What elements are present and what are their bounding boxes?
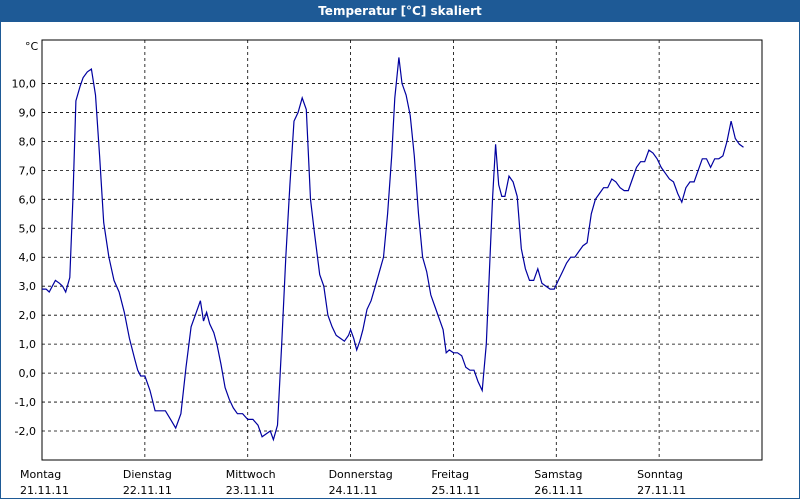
temperature-series-line <box>42 57 744 442</box>
y-tick-label: 1,0 <box>19 338 37 351</box>
plot-area-border <box>41 39 763 461</box>
x-tick-label-date: 21.11.11 <box>20 484 69 497</box>
x-tick-label-day: Dienstag <box>123 468 172 481</box>
x-tick-label-day: Freitag <box>431 468 469 481</box>
x-tick-label-date: 27.11.11 <box>637 484 686 497</box>
y-tick-label: 6,0 <box>19 193 37 206</box>
x-tick-label-day: Montag <box>20 468 61 481</box>
y-axis-unit-label: °C <box>25 40 39 53</box>
y-tick-label: 8,0 <box>19 135 37 148</box>
x-tick-label-date: 26.11.11 <box>534 484 583 497</box>
y-axis-ticks: 10,0 9,0 8,0 7,0 6,0 5,0 4,0 3,0 2,0 1,0 0,0 -1,0 -2… <box>12 77 37 438</box>
y-tick-label: 5,0 <box>19 222 37 235</box>
y-tick-label: 9,0 <box>19 106 37 119</box>
y-tick-label: 0,0 <box>19 367 37 380</box>
y-tick-label: -2,0 <box>15 425 36 438</box>
grid <box>42 40 762 460</box>
x-tick-label-date: 25.11.11 <box>431 484 480 497</box>
x-tick-label-day: Donnerstag <box>329 468 393 481</box>
y-tick-label: 2,0 <box>19 309 37 322</box>
y-tick-label: 3,0 <box>19 280 37 293</box>
y-tick-label: 4,0 <box>19 251 37 264</box>
x-tick-label-date: 23.11.11 <box>226 484 275 497</box>
temperature-chart: °C 10,0 9,0 8,0 7,0 6,0 5,0 4,0 3,0 2,0 1,0 0,0 -1,… <box>12 39 763 497</box>
y-tick-label: 7,0 <box>19 164 37 177</box>
y-tick-label: 10,0 <box>12 77 37 90</box>
y-tick-label: -1,0 <box>15 396 36 409</box>
x-tick-label-day: Mittwoch <box>226 468 276 481</box>
x-tick-label-day: Sonntag <box>637 468 683 481</box>
x-tick-label-day: Samstag <box>534 468 582 481</box>
x-tick-label-date: 24.11.11 <box>329 484 378 497</box>
x-tick-label-date: 22.11.11 <box>123 484 172 497</box>
x-axis-ticks: Montag 21.11.11 Dienstag 22.11.11 Mittwoch 23… <box>20 468 686 497</box>
